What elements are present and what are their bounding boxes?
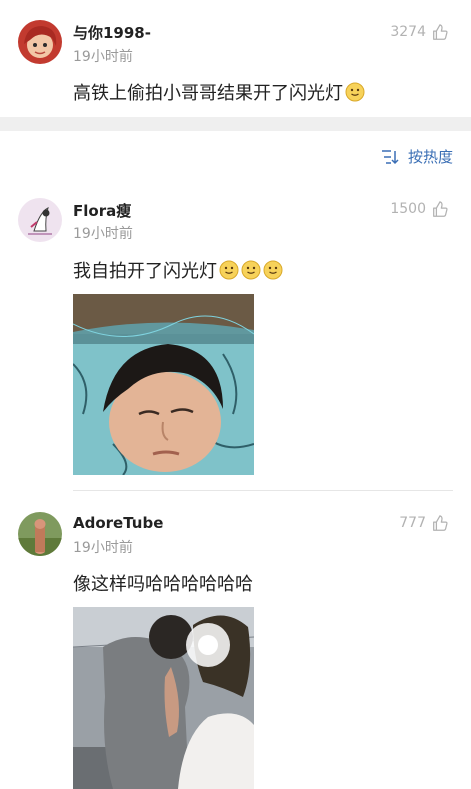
like-button[interactable]: 3274 (390, 23, 449, 41)
timestamp: 19小时前 (73, 540, 133, 556)
comment-photo[interactable] (73, 607, 254, 789)
avatar[interactable] (18, 512, 62, 556)
username[interactable]: 与你1998- (73, 22, 151, 43)
avatar[interactable] (18, 20, 62, 64)
sort-bar: 按热度 (0, 131, 471, 183)
username[interactable]: AdoreTube (73, 514, 163, 532)
username[interactable]: Flora瘦 (73, 200, 131, 221)
comment-text-row: 我自拍开了闪光灯 (73, 257, 283, 283)
section-separator (0, 117, 471, 131)
thumbs-up-icon (433, 24, 448, 40)
thumbs-up-icon (433, 515, 448, 531)
like-count: 1500 (390, 201, 426, 217)
post-text: 高铁上偷拍小哥哥结果开了闪光灯 (73, 83, 343, 104)
smile-emoji-icon (241, 260, 261, 280)
smile-emoji-icon (219, 260, 239, 280)
smile-emoji-icon (345, 82, 365, 102)
post-text-row: 高铁上偷拍小哥哥结果开了闪光灯 (73, 79, 365, 105)
sort-icon (381, 149, 399, 164)
sort-label: 按热度 (407, 148, 453, 166)
like-button[interactable]: 777 (399, 514, 449, 532)
comment-text-row: 像这样吗哈哈哈哈哈哈 (73, 570, 253, 596)
timestamp: 19小时前 (73, 49, 133, 65)
like-count: 777 (399, 515, 426, 531)
avatar[interactable] (18, 198, 62, 242)
sort-button[interactable]: 按热度 (381, 146, 453, 167)
comment-text: 像这样吗哈哈哈哈哈哈 (73, 574, 253, 595)
comment-text: 我自拍开了闪光灯 (73, 261, 217, 282)
comment-photo[interactable] (73, 294, 254, 475)
thumbs-up-icon (433, 201, 448, 217)
like-button[interactable]: 1500 (390, 200, 449, 218)
top-post: 与你1998- 19小时前 3274 高铁上偷拍小哥哥结果开了闪光灯 (0, 0, 471, 117)
like-count: 3274 (390, 24, 426, 40)
timestamp: 19小时前 (73, 226, 133, 242)
smile-emoji-icon (263, 260, 283, 280)
comment-divider (73, 490, 453, 491)
